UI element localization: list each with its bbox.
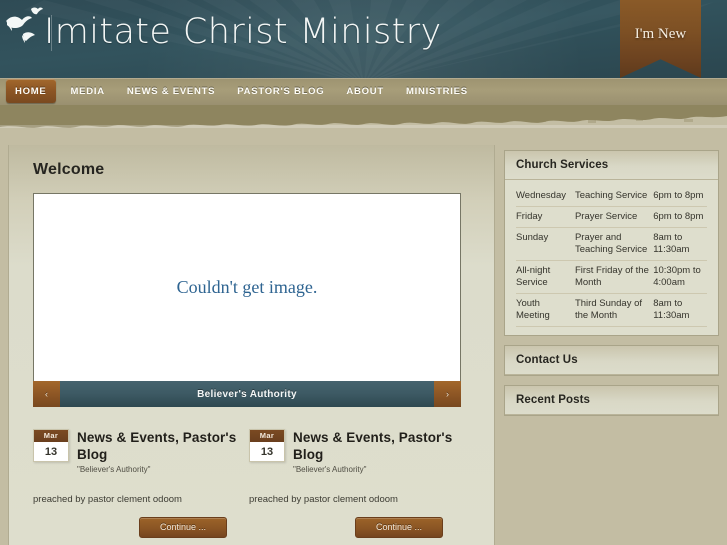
page-title: Welcome [33, 161, 105, 178]
slider-caption: Believer's Authority [60, 381, 434, 407]
chevron-left-icon[interactable]: ‹ [33, 381, 60, 407]
list-item: Mar 13 News & Events, Pastor's Blog "Bel… [33, 429, 237, 538]
post-subtitle: "Believer's Authority" [77, 465, 151, 474]
widget-title: Contact Us [505, 346, 718, 375]
service-day: Friday [516, 206, 575, 228]
widget-title: Recent Posts [505, 386, 718, 415]
post-header: Mar 13 News & Events, Pastor's Blog "Bel… [33, 429, 237, 474]
post-actions: Continue ... [249, 517, 453, 538]
nav-item-home[interactable]: HOME [6, 79, 56, 103]
chevron-right-icon[interactable]: › [434, 381, 461, 407]
service-time: 8am to 11:30am [653, 293, 707, 327]
list-item: Mar 13 News & Events, Pastor's Blog "Bel… [249, 429, 453, 538]
continue-button[interactable]: Continue ... [138, 517, 227, 538]
sidebar: Church Services Wednesday Teaching Servi… [504, 145, 719, 425]
texture-divider [0, 105, 727, 145]
service-day: Wednesday [516, 186, 575, 207]
content-area: Welcome Couldn't get image. ‹ Believer's… [0, 145, 727, 545]
service-name: Third Sunday of the Month [574, 293, 654, 327]
table-row: Wednesday Teaching Service 6pm to 8pm [516, 186, 707, 207]
service-name: Prayer and Teaching Service [574, 227, 654, 261]
nav-item-ministries[interactable]: MINISTRIES [395, 78, 479, 105]
service-time: 6pm to 8pm [653, 206, 707, 228]
date-month: Mar [34, 430, 68, 442]
post-subtitle: "Believer's Authority" [293, 465, 367, 474]
site-header: Imitate Christ Ministry I'm New [0, 0, 727, 78]
main-panel: Welcome Couldn't get image. ‹ Believer's… [8, 145, 495, 545]
service-day: Sunday [516, 227, 575, 261]
service-time: 6pm to 8pm [653, 186, 707, 207]
widget-church-services: Church Services Wednesday Teaching Servi… [504, 150, 719, 336]
continue-button[interactable]: Continue ... [354, 517, 443, 538]
widget-body: Wednesday Teaching Service 6pm to 8pm Fr… [505, 180, 718, 335]
widget-title: Church Services [505, 151, 718, 180]
post-meta: preached by pastor clement odoom [249, 494, 398, 505]
service-name: Teaching Service [574, 186, 654, 207]
table-row: Friday Prayer Service 6pm to 8pm [516, 206, 707, 228]
ribbon-label: I'm New [634, 26, 687, 42]
post-header: Mar 13 News & Events, Pastor's Blog "Bel… [249, 429, 453, 474]
im-new-ribbon[interactable]: I'm New [620, 0, 701, 78]
nav-item-news-events[interactable]: NEWS & EVENTS [116, 78, 226, 105]
post-actions: Continue ... [33, 517, 237, 538]
service-name: Prayer Service [574, 206, 654, 228]
service-time: 8am to 11:30am [653, 227, 707, 261]
date-day: 13 [44, 446, 58, 458]
service-time: 10:30pm to 4:00am [653, 260, 707, 294]
nav-item-media[interactable]: MEDIA [60, 78, 116, 105]
date-day: 13 [260, 446, 274, 458]
table-row: All-night Service First Friday of the Mo… [516, 260, 707, 294]
nav-item-about[interactable]: ABOUT [335, 78, 395, 105]
widget-contact-us[interactable]: Contact Us [504, 345, 719, 376]
featured-slider: Couldn't get image. ‹ Believer's Authori… [33, 193, 461, 407]
widget-recent-posts[interactable]: Recent Posts [504, 385, 719, 416]
service-day: All-night Service [516, 260, 575, 294]
post-title[interactable]: News & Events, Pastor's Blog [293, 429, 453, 463]
site-title: Imitate Christ Ministry [44, 12, 442, 52]
slider-image-frame: Couldn't get image. [33, 193, 461, 381]
page-root: Imitate Christ Ministry I'm New HOME MED… [0, 0, 727, 545]
nav-item-pastors-blog[interactable]: PASTOR'S BLOG [226, 78, 335, 105]
broken-image-text: Couldn't get image. [176, 277, 318, 297]
main-navigation: HOME MEDIA NEWS & EVENTS PASTOR'S BLOG A… [0, 78, 727, 105]
date-badge: Mar 13 [33, 429, 69, 462]
date-month: Mar [250, 430, 284, 442]
post-list: Mar 13 News & Events, Pastor's Blog "Bel… [33, 429, 470, 538]
date-badge: Mar 13 [249, 429, 285, 462]
service-day: Youth Meeting [516, 293, 575, 327]
church-services-table: Wednesday Teaching Service 6pm to 8pm Fr… [516, 186, 707, 327]
post-meta: preached by pastor clement odoom [33, 494, 182, 505]
post-title[interactable]: News & Events, Pastor's Blog [77, 429, 237, 463]
service-name: First Friday of the Month [574, 260, 654, 294]
table-row: Sunday Prayer and Teaching Service 8am t… [516, 227, 707, 261]
table-row: Youth Meeting Third Sunday of the Month … [516, 293, 707, 327]
slider-caption-bar: ‹ Believer's Authority › [33, 381, 461, 407]
